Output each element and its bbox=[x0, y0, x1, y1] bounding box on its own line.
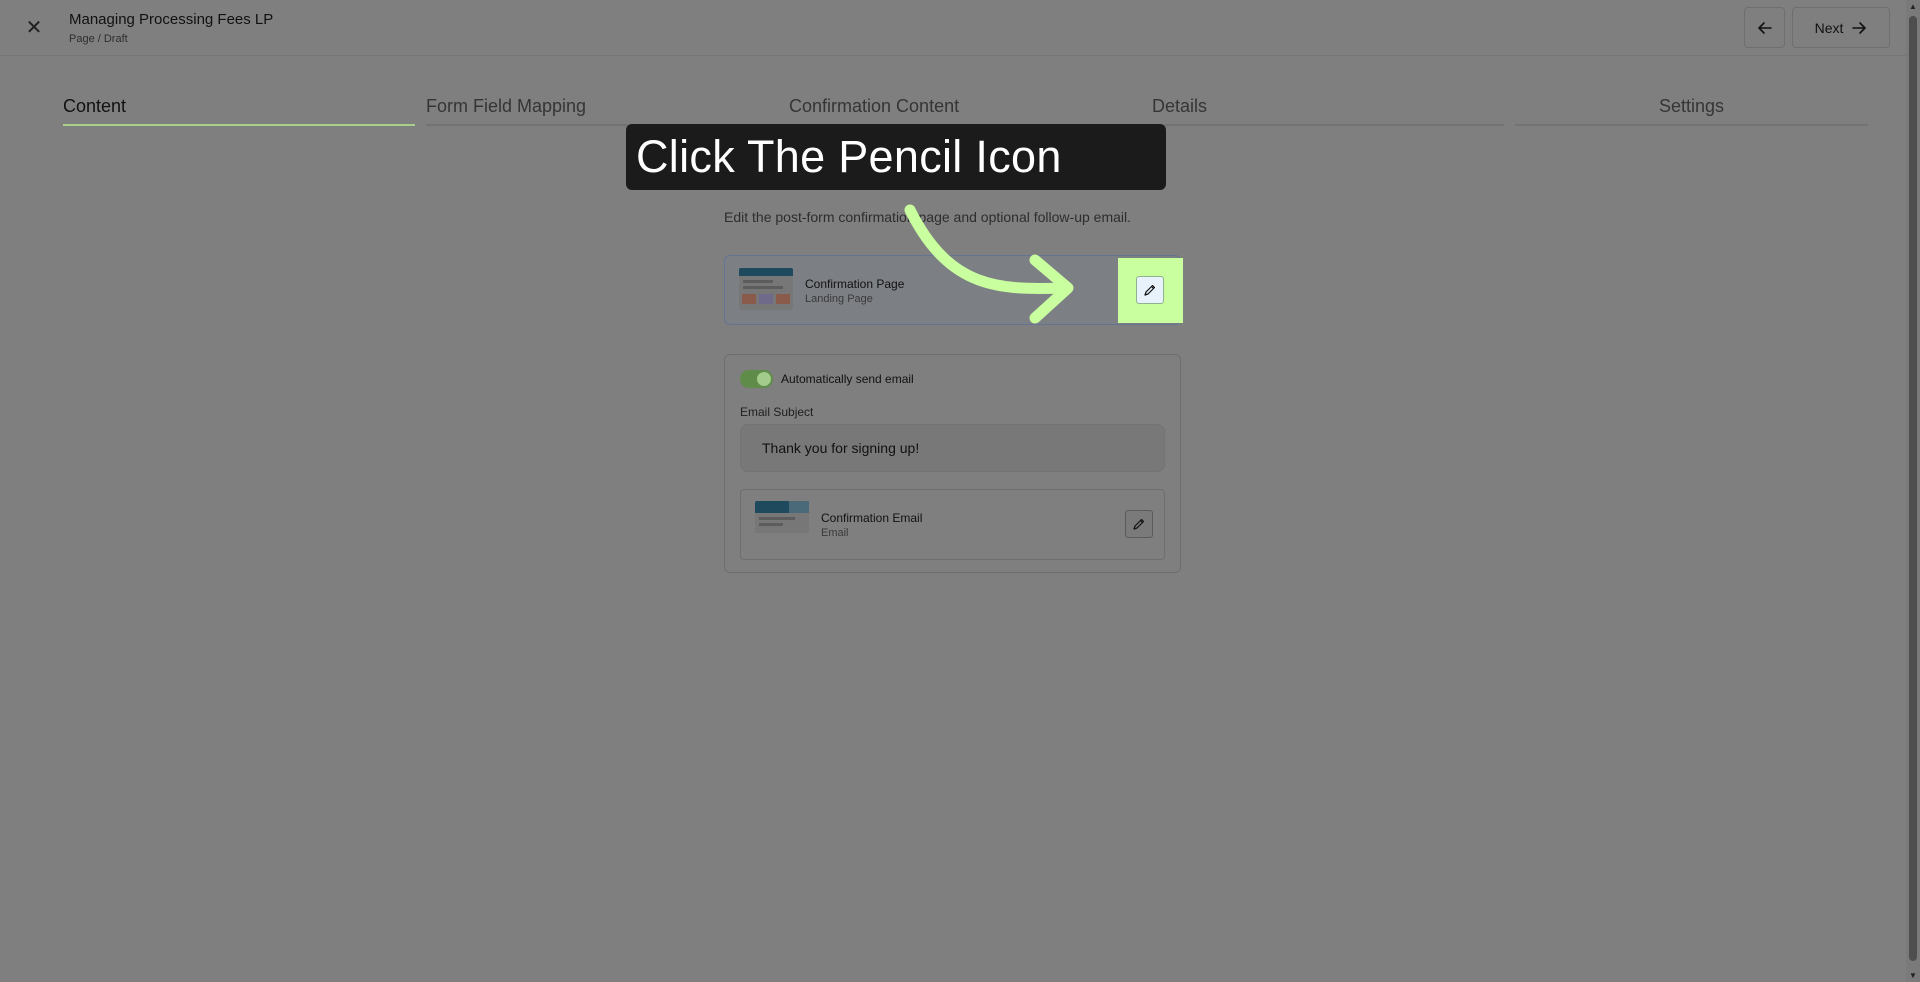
scroll-up-icon[interactable]: ▲ bbox=[1909, 2, 1917, 11]
pencil-icon bbox=[1144, 284, 1156, 296]
edit-confirmation-page-button[interactable] bbox=[1136, 276, 1164, 304]
page-scrollbar[interactable]: ▲ ▼ bbox=[1906, 0, 1920, 982]
scroll-down-icon[interactable]: ▼ bbox=[1909, 971, 1917, 980]
highlighted-edit-page-frame bbox=[1118, 258, 1183, 323]
scroll-thumb[interactable] bbox=[1909, 16, 1917, 961]
guide-arrow-icon bbox=[904, 204, 1074, 324]
